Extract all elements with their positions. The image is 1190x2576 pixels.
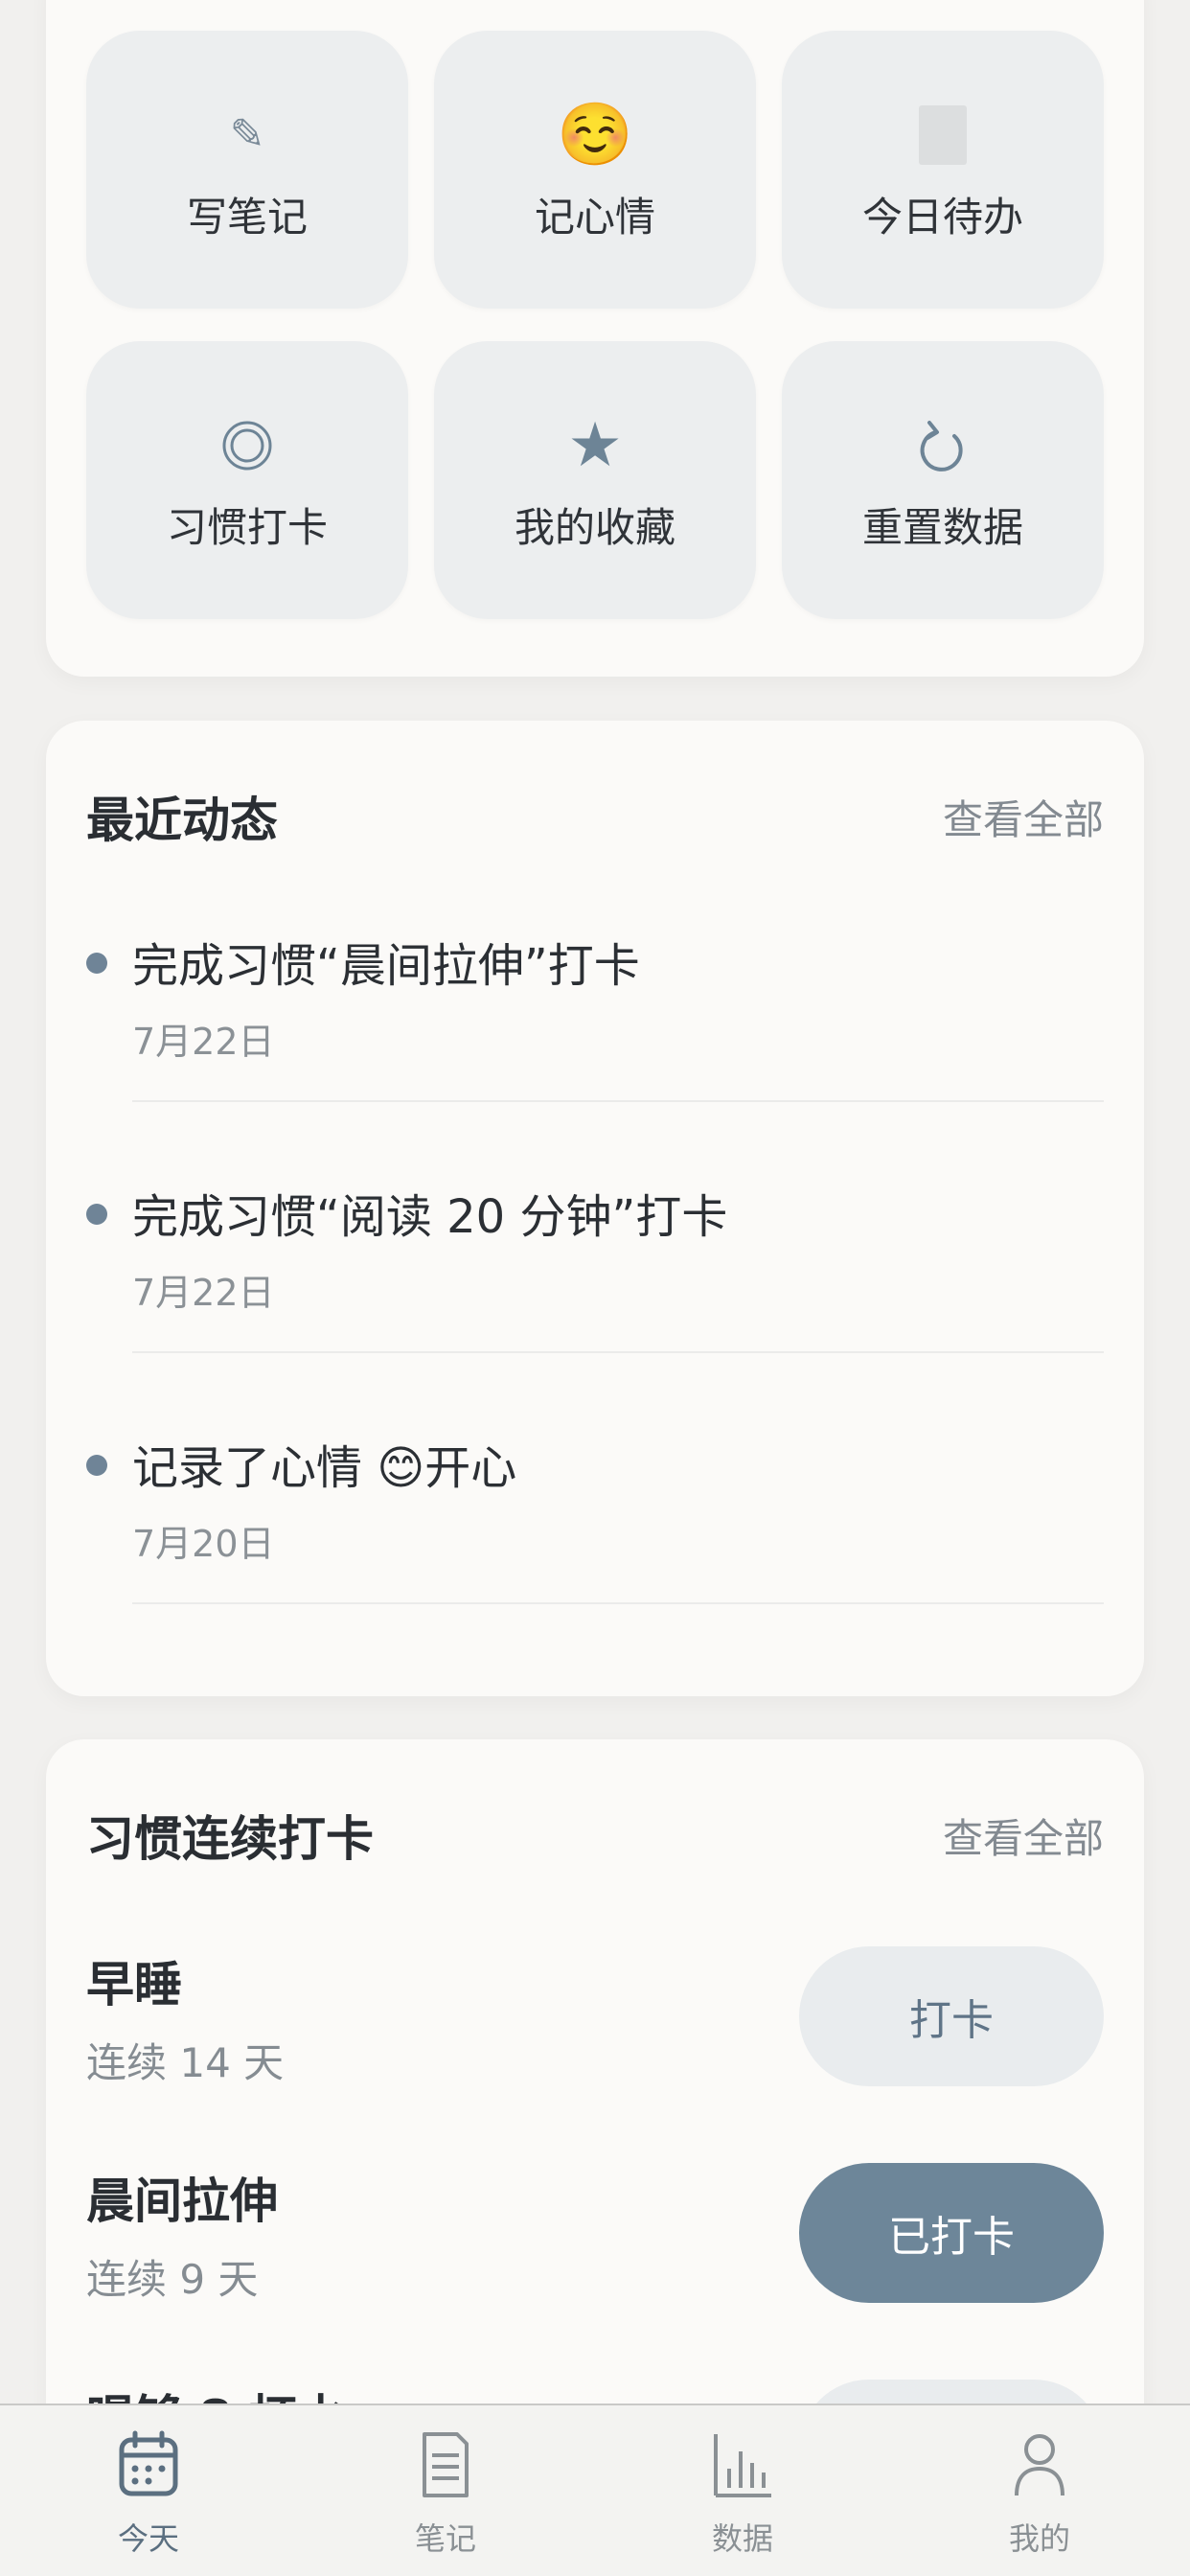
- quick-action-label: 习惯打卡: [166, 503, 328, 551]
- quick-action-label: 今日待办: [861, 193, 1023, 241]
- bullet-dot: [86, 1455, 107, 1476]
- tab-label: 我的: [1008, 2520, 1070, 2557]
- tab-notes[interactable]: 笔记: [297, 2405, 594, 2576]
- quick-action-label: 写笔记: [186, 193, 308, 241]
- activity-date: 7月20日: [132, 1523, 275, 1565]
- bottom-tab-bar: 今天 笔记 数据 我的: [0, 2404, 1190, 2576]
- quick-action-label: 重置数据: [861, 503, 1023, 551]
- star-icon: ★: [567, 409, 623, 481]
- recent-activity-card: 最近动态 查看全部 完成习惯“晨间拉伸”打卡 7月22日 完成习惯“阅读 20 …: [46, 721, 1144, 1696]
- activity-text: 完成习惯“晨间拉伸”打卡: [132, 939, 640, 993]
- tab-me[interactable]: 我的: [891, 2405, 1188, 2576]
- habit-streak: 连续 9 天: [86, 2256, 259, 2303]
- bullet-dot: [86, 1204, 107, 1225]
- home-screen: ✎ 写笔记 ☺️ 记心情 今日待办 习惯打卡 ★ 我的收藏 重置数据 最近动态 …: [0, 0, 1190, 2576]
- quick-action-favorites[interactable]: ★ 我的收藏: [434, 341, 756, 619]
- divider: [132, 1602, 1104, 1604]
- recent-view-all-link[interactable]: 查看全部: [943, 788, 1104, 846]
- habit-streak: 连续 14 天: [86, 2039, 285, 2086]
- habit-name: 晨间拉伸: [86, 2174, 278, 2229]
- activity-item[interactable]: 完成习惯“晨间拉伸”打卡 7月22日: [86, 912, 1104, 1163]
- pencil-icon: ✎: [229, 110, 265, 159]
- habits-view-all-link[interactable]: 查看全部: [943, 1806, 1104, 1865]
- todo-icon: [919, 97, 967, 173]
- refresh-icon: [916, 407, 970, 484]
- tab-label: 笔记: [414, 2520, 476, 2557]
- section-title: 最近动态: [86, 793, 278, 848]
- section-title: 习惯连续打卡: [86, 1811, 374, 1867]
- checkin-button[interactable]: 打卡: [799, 1946, 1104, 2086]
- calendar-icon: [118, 2425, 179, 2505]
- habit-row: 早睡 连续 14 天 打卡: [86, 1941, 1104, 2104]
- activity-item[interactable]: 记录了心情 😊开心 7月20日: [86, 1414, 1104, 1666]
- tab-label: 今天: [117, 2520, 179, 2557]
- quick-action-label: 记心情: [534, 193, 655, 241]
- quick-action-habit-checkin[interactable]: 习惯打卡: [86, 341, 408, 619]
- divider: [132, 1351, 1104, 1353]
- tab-label: 数据: [711, 2520, 773, 2557]
- tab-data[interactable]: 数据: [594, 2405, 891, 2576]
- checked-in-button[interactable]: 已打卡: [799, 2163, 1104, 2303]
- activity-text: 记录了心情 😊开心: [132, 1441, 517, 1495]
- person-icon: [1011, 2425, 1068, 2505]
- bar-chart-icon: [712, 2425, 773, 2505]
- activity-date: 7月22日: [132, 1021, 275, 1063]
- tab-today[interactable]: 今天: [0, 2405, 297, 2576]
- quick-action-mood[interactable]: ☺️ 记心情: [434, 31, 756, 309]
- bullet-dot: [86, 953, 107, 974]
- habit-row: 晨间拉伸 连续 9 天 已打卡: [86, 2157, 1104, 2320]
- activity-item[interactable]: 完成习惯“阅读 20 分钟”打卡 7月22日: [86, 1163, 1104, 1414]
- quick-action-label: 我的收藏: [514, 503, 675, 551]
- document-icon: [419, 2425, 472, 2505]
- quick-action-write-note[interactable]: ✎ 写笔记: [86, 31, 408, 309]
- quick-action-todo[interactable]: 今日待办: [782, 31, 1104, 309]
- quick-actions-card: ✎ 写笔记 ☺️ 记心情 今日待办 习惯打卡 ★ 我的收藏 重置数据: [46, 0, 1144, 677]
- divider: [132, 1100, 1104, 1102]
- activity-text: 完成习惯“阅读 20 分钟”打卡: [132, 1190, 728, 1244]
- target-icon: [220, 407, 274, 484]
- habit-name: 早睡: [86, 1957, 182, 2012]
- activity-date: 7月22日: [132, 1272, 275, 1314]
- quick-action-reset-data[interactable]: 重置数据: [782, 341, 1104, 619]
- smile-emoji-icon: ☺️: [557, 100, 633, 171]
